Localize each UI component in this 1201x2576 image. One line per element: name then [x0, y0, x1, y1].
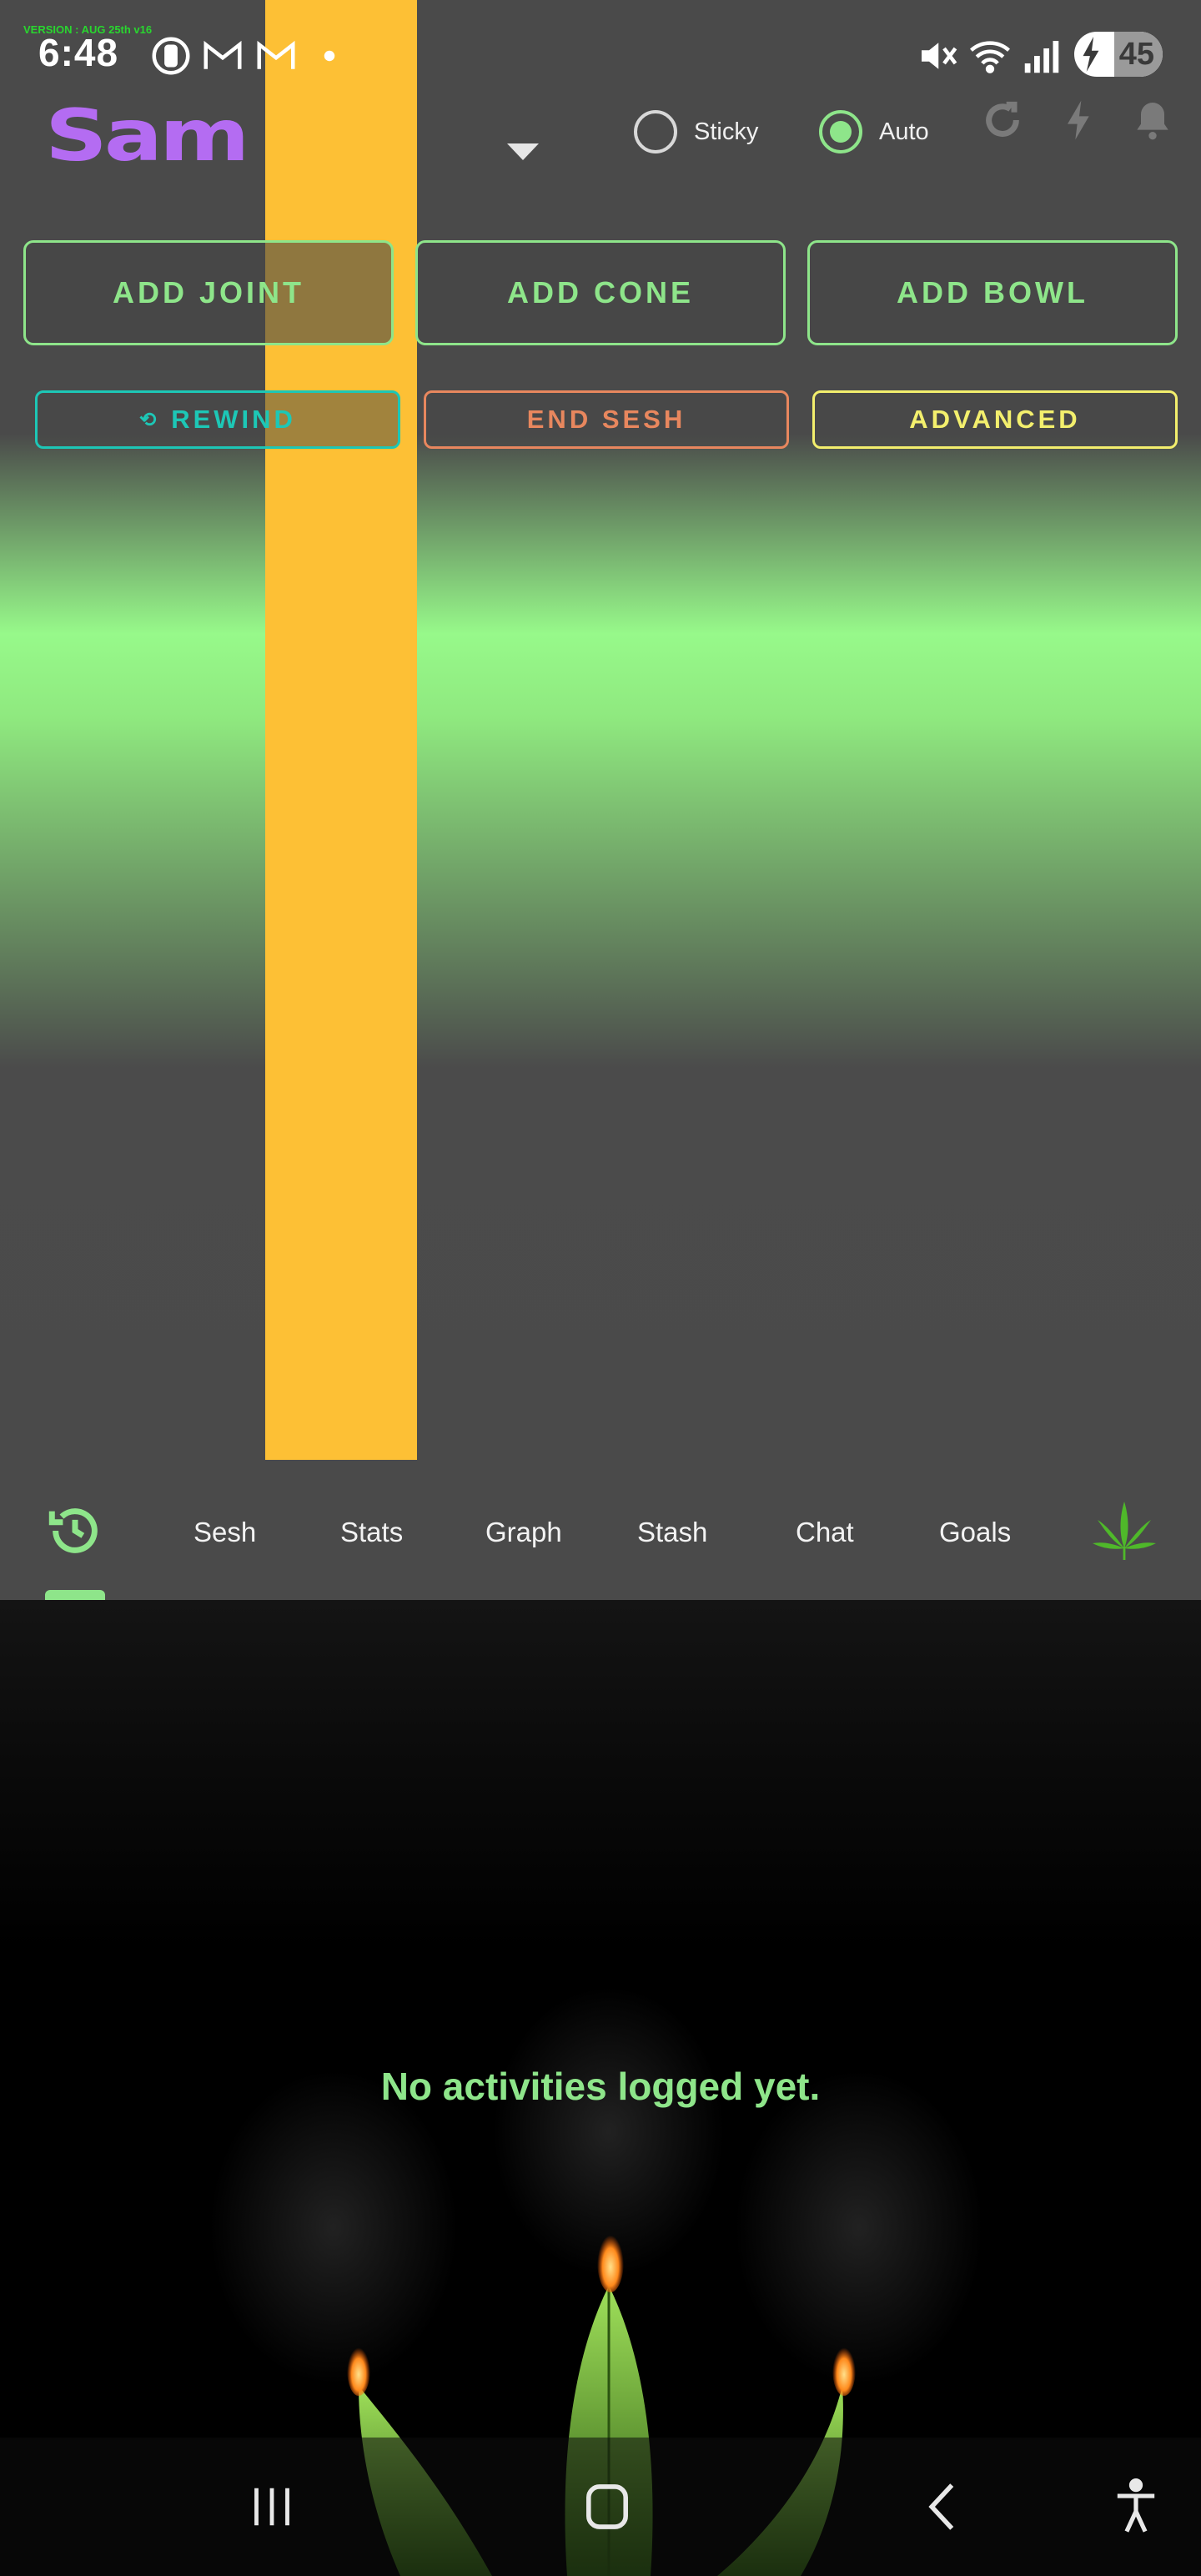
radio-label: Auto [879, 118, 929, 145]
history-icon[interactable] [42, 1502, 108, 1560]
yellow-bar [265, 0, 417, 1460]
refresh-icon[interactable] [979, 93, 1026, 147]
tab-chat[interactable]: Chat [796, 1517, 854, 1548]
accessibility-icon[interactable] [1103, 2476, 1169, 2538]
cannabis-leaf-icon[interactable] [1091, 1498, 1158, 1565]
add-cone-button[interactable]: ADD CONE [415, 240, 786, 345]
battery-percentage: 45 [1118, 37, 1154, 72]
tab-goals[interactable]: Goals [939, 1517, 1011, 1548]
tab-graph[interactable]: Graph [485, 1517, 562, 1548]
recent-apps-icon[interactable] [239, 2476, 305, 2538]
notification-dot-icon [317, 33, 342, 78]
add-bowl-button[interactable]: ADD BOWL [807, 240, 1178, 345]
auto-radio[interactable]: Auto [819, 110, 929, 153]
radio-circle[interactable] [634, 110, 677, 153]
radio-circle-selected[interactable] [819, 110, 862, 153]
sticky-radio[interactable]: Sticky [634, 110, 758, 153]
rewind-label: REWIND [171, 405, 296, 434]
rewind-button[interactable]: ⟲ REWIND [35, 390, 400, 449]
signal-icon [1019, 33, 1064, 78]
radio-label: Sticky [694, 118, 759, 145]
advanced-button[interactable]: ADVANCED [812, 390, 1178, 449]
empty-state-message: No activities logged yet. [380, 2065, 821, 2108]
battery-charging-icon: 45 [1074, 32, 1163, 77]
tab-stats[interactable]: Stats [340, 1517, 403, 1548]
end-sesh-button[interactable]: END SESH [424, 390, 789, 449]
back-icon[interactable] [911, 2476, 977, 2538]
user-name-logo[interactable]: Sam [45, 100, 249, 171]
alarm-icon [148, 33, 193, 78]
app-screen: VERSION : AUG 25th v16 6:48 45 Sam Stick… [0, 0, 1201, 2576]
gmail-icon [254, 33, 299, 78]
tab-sesh[interactable]: Sesh [193, 1517, 256, 1548]
wifi-icon [967, 33, 1013, 78]
user-dropdown-icon[interactable] [507, 143, 539, 160]
gmail-icon [200, 33, 245, 78]
tab-selected-indicator [45, 1590, 105, 1600]
lightning-icon[interactable] [1056, 93, 1103, 147]
home-icon[interactable] [574, 2476, 641, 2538]
mute-icon [914, 33, 959, 78]
tab-bar [0, 1467, 1201, 1600]
rewind-icon: ⟲ [139, 408, 160, 431]
bell-icon[interactable] [1129, 93, 1176, 147]
status-time: 6:48 [38, 31, 119, 74]
add-joint-button[interactable]: ADD JOINT [23, 240, 394, 345]
tab-stash[interactable]: Stash [637, 1517, 707, 1548]
